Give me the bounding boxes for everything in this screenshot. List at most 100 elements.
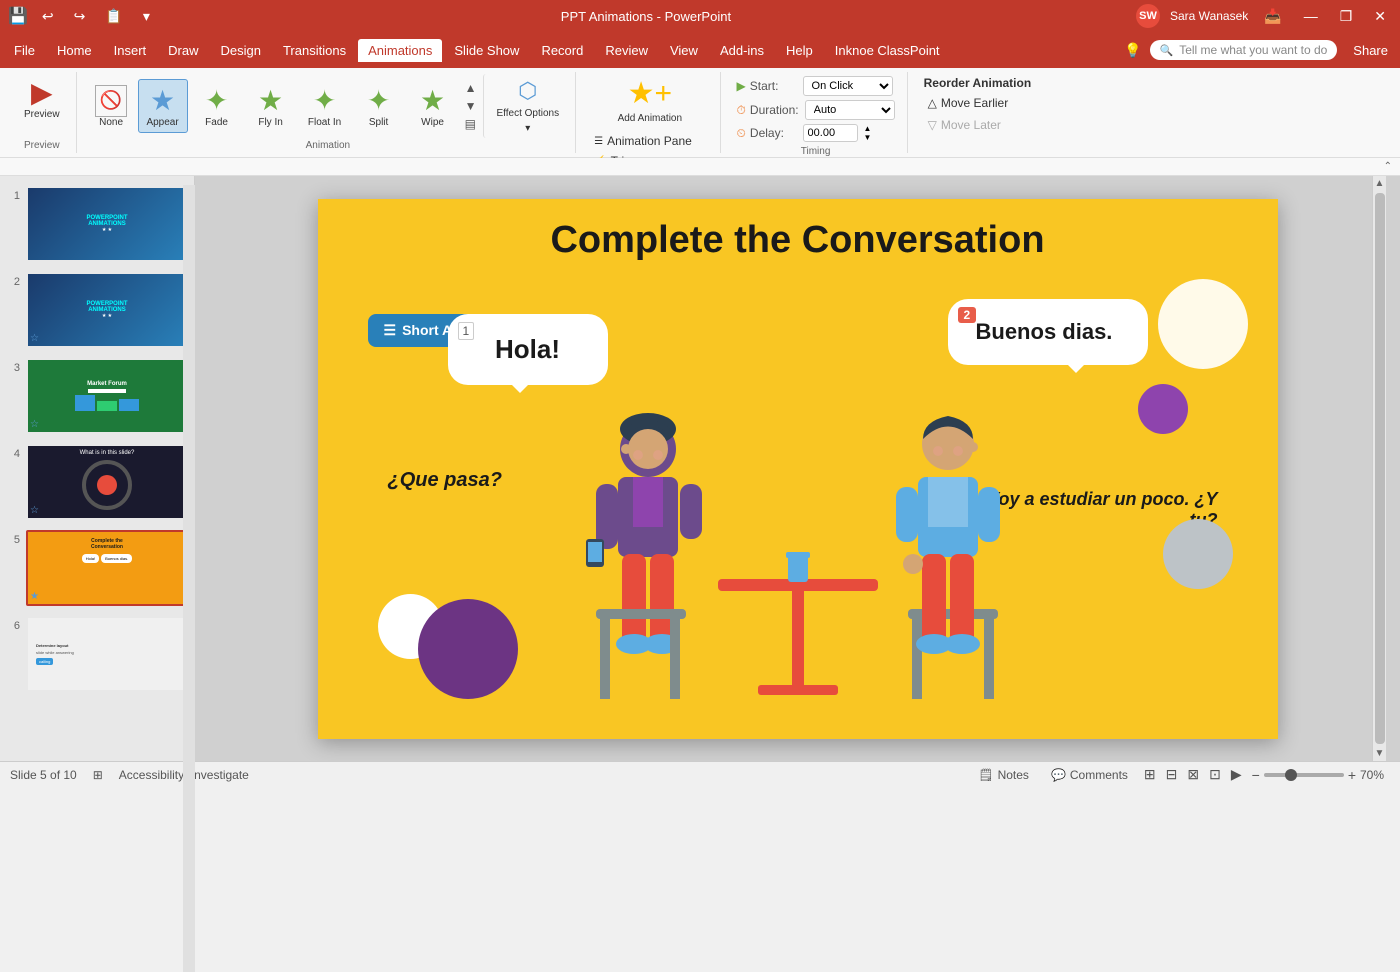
slide-thumb-4[interactable]: What is in this slide? ☆: [26, 444, 188, 520]
slide-thumb-5[interactable]: Complete the Conversation Hola! Buenos d…: [26, 530, 188, 606]
menu-insert[interactable]: Insert: [104, 39, 157, 62]
effect-options-btn[interactable]: ⬡ Effect Options ▾: [483, 74, 567, 138]
menu-design[interactable]: Design: [211, 39, 271, 62]
slide-item-2[interactable]: 2 POWERPOINT ANIMATIONS ★ ★ ☆: [4, 270, 190, 350]
slide-3-star: ☆: [30, 419, 39, 430]
slide-5-star: ★: [30, 591, 39, 602]
zoom-level[interactable]: 70%: [1360, 768, 1390, 782]
menu-home[interactable]: Home: [47, 39, 102, 62]
anim-split-btn[interactable]: ✦ Split: [354, 80, 404, 132]
scroll-up-btn[interactable]: ▲: [462, 80, 480, 96]
add-anim-icon: ★+: [628, 76, 672, 111]
slide-thumb-2[interactable]: POWERPOINT ANIMATIONS ★ ★ ☆: [26, 272, 188, 348]
menu-record[interactable]: Record: [531, 39, 593, 62]
slide-layout-btn[interactable]: ⊞: [93, 768, 103, 782]
move-earlier-btn[interactable]: △ Move Earlier: [924, 94, 1032, 112]
powerpoint-icon: 💾: [8, 6, 28, 26]
search-box[interactable]: 🔍 Tell me what you want to do: [1150, 40, 1338, 60]
slide-item-6[interactable]: 6 Determine layout slide while answering…: [4, 614, 190, 694]
slide-item-1[interactable]: 1 POWERPOINT ANIMATIONS ★ ★: [4, 184, 190, 264]
ribbon-animation-group: 🚫 None ★ Appear ✦ Fade ★ Fly In ✦ Float …: [81, 72, 577, 153]
menu-classpoint[interactable]: Inknoe ClassPoint: [825, 39, 950, 62]
menu-animations[interactable]: Animations: [358, 39, 442, 62]
animation-pane-btn[interactable]: ☰ Animation Pane: [588, 132, 711, 150]
title-bar-right: SW Sara Wanasek 📥 — ❐ ✕: [1136, 4, 1392, 28]
share-btn[interactable]: Share: [1345, 39, 1396, 62]
anim-appear-btn[interactable]: ★ Appear: [138, 79, 188, 133]
delay-input[interactable]: [803, 124, 858, 142]
slide-number-1: 1: [6, 190, 20, 202]
search-placeholder[interactable]: Tell me what you want to do: [1179, 43, 1327, 57]
circle-white-large: [1158, 279, 1248, 369]
delay-spinner: ▲ ▼: [864, 124, 872, 142]
scroll-down-btn[interactable]: ▼: [462, 98, 480, 114]
close-btn[interactable]: ✕: [1368, 6, 1392, 27]
slide-item-4[interactable]: 4 What is in this slide? ☆: [4, 442, 190, 522]
status-right: 🗒 Notes 💬 Comments ⊞ ⊟ ⊠ ⊡ ▶ − + 70%: [972, 766, 1390, 784]
canvas-scrollbar[interactable]: ▲ ▼: [1372, 176, 1386, 761]
redo-btn[interactable]: ↪: [68, 6, 92, 27]
ribbon-collapse-btn[interactable]: ⌃: [1384, 161, 1392, 172]
add-animation-btn[interactable]: ★+ Add Animation: [610, 72, 691, 128]
menu-draw[interactable]: Draw: [158, 39, 208, 62]
anim-none-btn[interactable]: 🚫 None: [89, 81, 134, 132]
minimize-btn[interactable]: —: [1298, 6, 1324, 26]
scroll-up-canvas[interactable]: ▲: [1375, 178, 1385, 189]
app-title: PPT Animations - PowerPoint: [156, 9, 1136, 24]
slide-sorter-btn[interactable]: ⊠: [1187, 766, 1199, 783]
ribbon-display-btn[interactable]: 📥: [1258, 6, 1287, 27]
undo-btn[interactable]: ↩: [36, 6, 60, 27]
anim-flyin-label: Fly In: [258, 117, 282, 128]
quick-access-btn[interactable]: 📋: [99, 6, 128, 27]
scroll-more-btn[interactable]: ▤: [462, 116, 480, 132]
move-earlier-label: Move Earlier: [941, 96, 1008, 110]
slide-thumb-6[interactable]: Determine layout slide while answering c…: [26, 616, 188, 692]
slide-info: Slide 5 of 10: [10, 768, 77, 782]
zoom-out-btn[interactable]: −: [1252, 767, 1260, 783]
slide-canvas: Complete the Conversation ☰ Short Answer…: [318, 199, 1278, 739]
restore-btn[interactable]: ❐: [1334, 6, 1359, 27]
notes-btn[interactable]: 🗒 Notes: [972, 766, 1035, 784]
menu-transitions[interactable]: Transitions: [273, 39, 356, 62]
anim-wipe-btn[interactable]: ★ Wipe: [408, 80, 458, 132]
anim-fade-btn[interactable]: ✦ Fade: [192, 80, 242, 132]
duration-select[interactable]: Auto 0.5 1 2: [805, 100, 895, 120]
menu-help[interactable]: Help: [776, 39, 823, 62]
outline-view-btn[interactable]: ⊟: [1166, 766, 1178, 783]
menu-review[interactable]: Review: [595, 39, 658, 62]
preview-btn[interactable]: ▶ Preview: [16, 72, 68, 124]
normal-view-btn[interactable]: ⊞: [1144, 766, 1156, 783]
more-btn[interactable]: ▾: [137, 6, 156, 27]
zoom-in-btn[interactable]: +: [1348, 767, 1356, 783]
menu-slideshow[interactable]: Slide Show: [444, 39, 529, 62]
anim-flyin-btn[interactable]: ★ Fly In: [246, 80, 296, 132]
slide-3-content: Market Forum: [75, 381, 139, 411]
reading-view-btn[interactable]: ⊡: [1209, 766, 1221, 783]
slide-number-6: 6: [6, 620, 20, 632]
start-select[interactable]: On Click With Previous After Previous: [803, 76, 893, 96]
slide-number-2: 2: [6, 276, 20, 288]
preview-group-label: Preview: [24, 140, 60, 153]
scroll-thumb-canvas[interactable]: [1375, 193, 1385, 744]
status-bar: Slide 5 of 10 ⊞ Accessibility: Investiga…: [0, 761, 1400, 787]
slide-thumb-1[interactable]: POWERPOINT ANIMATIONS ★ ★: [26, 186, 188, 262]
slide-4-content: What is in this slide?: [80, 450, 135, 514]
zoom-slider[interactable]: [1264, 773, 1344, 777]
slide-thumb-3[interactable]: Market Forum ☆: [26, 358, 188, 434]
menu-file[interactable]: File: [4, 39, 45, 62]
panel-scrollbar[interactable]: [183, 185, 195, 761]
add-animation-label: Add Animation: [618, 113, 683, 124]
scroll-down-canvas[interactable]: ▼: [1375, 748, 1385, 759]
anim-floatin-label: Float In: [308, 117, 341, 128]
slide-item-3[interactable]: 3 Market Forum ☆: [4, 356, 190, 436]
menu-view[interactable]: View: [660, 39, 708, 62]
slide-item-5[interactable]: 5 Complete the Conversation Hola! Buenos…: [4, 528, 190, 608]
anim-floatin-btn[interactable]: ✦ Float In: [300, 80, 350, 132]
move-later-icon: ▽: [928, 118, 937, 132]
duration-label: ⏱ Duration:: [737, 103, 799, 118]
move-later-btn[interactable]: ▽ Move Later: [924, 116, 1032, 134]
comments-btn[interactable]: 💬 Comments: [1045, 766, 1134, 784]
user-avatar[interactable]: SW: [1136, 4, 1160, 28]
menu-addins[interactable]: Add-ins: [710, 39, 774, 62]
presenter-view-btn[interactable]: ▶: [1231, 766, 1242, 783]
